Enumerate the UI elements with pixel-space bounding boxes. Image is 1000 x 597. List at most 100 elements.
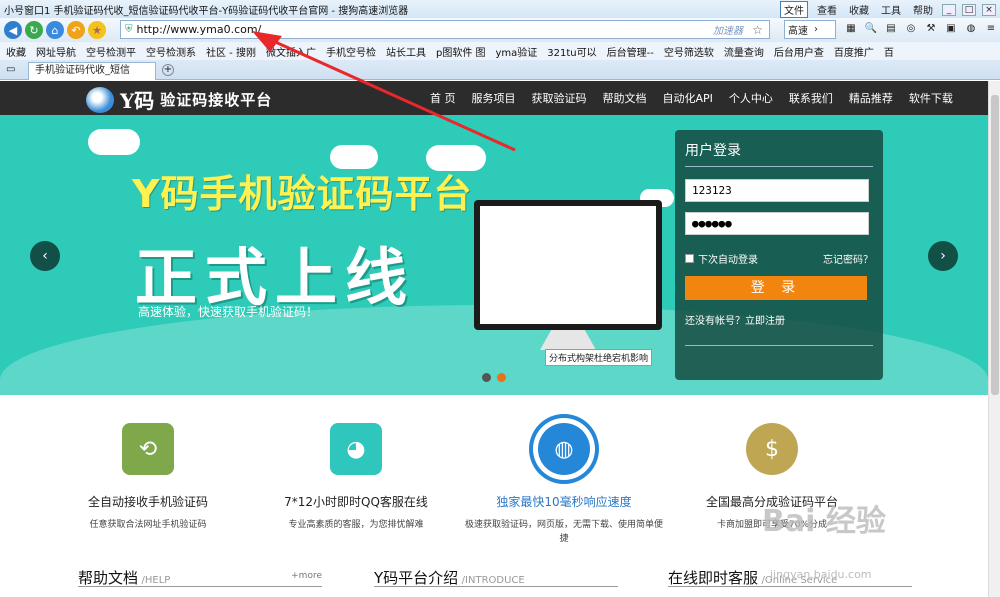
address-url: http://www.yma0.com/ bbox=[136, 23, 262, 36]
site-logo[interactable]: Y码 验证码接收平台 bbox=[86, 85, 272, 114]
bookmark-item[interactable]: 百 bbox=[884, 44, 894, 59]
feature-fast-response[interactable]: ◍ 独家最快10毫秒响应速度 极速获取验证码，网页版，无需下载、使用简单便捷 bbox=[464, 423, 664, 546]
feature-desc: 极速获取验证码，网页版，无需下载、使用简单便捷 bbox=[464, 520, 663, 544]
tab-active[interactable]: 手机验证码代收_短信 bbox=[28, 62, 156, 80]
bookmark-item[interactable]: 手机空号检 bbox=[326, 44, 376, 59]
carousel-prev-button[interactable]: ‹ bbox=[30, 241, 60, 271]
bookmark-item[interactable]: 321tu可以 bbox=[547, 44, 596, 59]
tooltip: 分布式构架杜绝宕机影响 bbox=[545, 349, 653, 366]
bookmark-item[interactable]: 网址导航 bbox=[36, 44, 76, 59]
minimize-button[interactable]: _ bbox=[942, 3, 956, 16]
carousel-dots bbox=[482, 373, 506, 382]
title-bar: 小号窗口1 手机验证码代收_短信验证码代收平台-Y码验证码代收平台官网 - 搜狗… bbox=[0, 0, 1000, 18]
window-title: 小号窗口1 手机验证码代收_短信验证码代收平台-Y码验证码代收平台官网 - 搜狗… bbox=[4, 5, 409, 17]
nav-help[interactable]: 帮助文档 bbox=[595, 90, 655, 106]
nav-services[interactable]: 服务项目 bbox=[464, 90, 524, 106]
menu-tools[interactable]: 工具 bbox=[878, 2, 904, 17]
nav-user-center[interactable]: 个人中心 bbox=[721, 90, 781, 106]
monitor-illustration bbox=[474, 200, 662, 330]
carousel-dot-active[interactable] bbox=[497, 373, 506, 382]
refresh-icon[interactable]: ↻ bbox=[25, 21, 43, 39]
register-link[interactable]: 还没有帐号？立即注册 bbox=[685, 312, 873, 327]
logo-y: Y码 bbox=[120, 89, 155, 113]
menu-file[interactable]: 文件 bbox=[780, 1, 808, 18]
bookmark-item[interactable]: 空号检测系 bbox=[146, 44, 196, 59]
grid-icon[interactable]: ▤ bbox=[884, 22, 898, 36]
page-scrollbar[interactable] bbox=[988, 81, 1000, 597]
forgot-password-link[interactable]: 忘记密码？ bbox=[823, 251, 873, 266]
feature-qq-service: ◕ 7*12小时即时QQ客服在线 专业高素质的客服，为您排忧解难 bbox=[256, 423, 456, 532]
nav-home[interactable]: 首 页 bbox=[422, 90, 464, 106]
carousel-dot[interactable] bbox=[482, 373, 491, 382]
watermark-url: jingyan.baidu.com bbox=[770, 568, 872, 581]
logo-text: 验证码接收平台 bbox=[160, 91, 273, 109]
sidebar-toggle-icon[interactable]: ▭ bbox=[6, 64, 15, 75]
menu-help[interactable]: 帮助 bbox=[910, 2, 936, 17]
carousel-next-button[interactable]: › bbox=[928, 241, 958, 271]
cloud-decoration bbox=[88, 129, 140, 155]
home-icon[interactable]: ⌂ bbox=[46, 21, 64, 39]
bookmark-item[interactable]: 收藏 bbox=[6, 44, 26, 59]
bookmark-item[interactable]: 站长工具 bbox=[386, 44, 426, 59]
bookmark-star-icon[interactable]: ☆ bbox=[752, 23, 763, 37]
phone-refresh-icon: ⟲ bbox=[122, 423, 174, 475]
username-input[interactable] bbox=[685, 179, 869, 202]
maximize-button[interactable]: □ bbox=[962, 3, 976, 16]
remember-checkbox[interactable]: 下次自动登录 bbox=[685, 251, 758, 266]
back-icon[interactable]: ◀ bbox=[4, 21, 22, 39]
menu-bar: 文件 查看 收藏 工具 帮助 _ □ × bbox=[780, 1, 996, 18]
bookmark-item[interactable]: 百度推广 bbox=[834, 44, 874, 59]
feature-title: 7*12小时即时QQ客服在线 bbox=[284, 495, 428, 509]
qq-penguin-icon: ◕ bbox=[330, 423, 382, 475]
login-button[interactable]: 登 录 bbox=[685, 276, 867, 300]
more-link[interactable]: +more bbox=[291, 571, 322, 581]
monitor-screen bbox=[480, 206, 656, 324]
toolbar-icons: ▦ 🔍 ▤ ◎ ⚒ ▣ ◍ ≡ bbox=[844, 22, 998, 36]
screenshot-icon[interactable]: ▦ bbox=[844, 22, 858, 36]
feature-desc: 任意获取合法网址手机验证码 bbox=[89, 520, 207, 530]
scrollbar-thumb[interactable] bbox=[991, 95, 999, 395]
address-bar[interactable]: ⛨ http://www.yma0.com/ 加速器 ☆ bbox=[120, 20, 770, 39]
feature-desc: 专业高素质的客服，为您排忧解难 bbox=[288, 520, 424, 530]
chevron-right-icon: › bbox=[814, 24, 818, 35]
undo-icon[interactable]: ↶ bbox=[67, 21, 85, 39]
nav-get-code[interactable]: 获取验证码 bbox=[524, 90, 595, 106]
remember-row: 下次自动登录 忘记密码？ bbox=[685, 251, 873, 266]
favorite-star-icon[interactable]: ★ bbox=[88, 21, 106, 39]
nav-recommend[interactable]: 精品推荐 bbox=[841, 90, 901, 106]
nav-api[interactable]: 自动化API bbox=[655, 90, 721, 106]
globe-small-icon[interactable]: ◍ bbox=[964, 22, 978, 36]
section-title: Y码平台介绍 bbox=[374, 569, 459, 587]
search-engine-label: 高速 bbox=[788, 26, 808, 37]
nav-toolbar: ◀ ↻ ⌂ ↶ ★ ⛨ http://www.yma0.com/ 加速器 ☆ 高… bbox=[0, 18, 1000, 42]
bookmark-item[interactable]: 流量查询 bbox=[724, 44, 764, 59]
bookmark-item[interactable]: 空号检测平 bbox=[86, 44, 136, 59]
bookmark-item[interactable]: 后台管理-- bbox=[607, 44, 654, 59]
new-tab-button[interactable]: + bbox=[162, 64, 174, 76]
close-button[interactable]: × bbox=[982, 3, 996, 16]
bookmark-item[interactable]: p图软件 图 bbox=[436, 44, 486, 59]
bookmark-item[interactable]: 空号筛选软 bbox=[664, 44, 714, 59]
globe-icon: ◍ bbox=[538, 423, 590, 475]
login-title: 用户登录 bbox=[685, 130, 873, 167]
nav-download[interactable]: 软件下载 bbox=[901, 90, 961, 106]
security-shield-icon: ⛨ bbox=[125, 24, 133, 35]
search-engine-select[interactable]: 高速 › bbox=[784, 20, 836, 39]
baidu-watermark: Bai 经验 bbox=[762, 504, 886, 539]
shield-icon[interactable]: ◎ bbox=[904, 22, 918, 36]
bookmark-item[interactable]: 社区 - 搜刚 bbox=[206, 44, 256, 59]
bookmark-item[interactable]: 微文插入广 bbox=[266, 44, 316, 59]
plugin-icon[interactable]: ▣ bbox=[944, 22, 958, 36]
accelerator-label[interactable]: 加速器 bbox=[713, 22, 743, 37]
bookmark-item[interactable]: 后台用户查 bbox=[774, 44, 824, 59]
bookmark-item[interactable]: yma验证 bbox=[496, 44, 538, 59]
main-nav: 首 页 服务项目 获取验证码 帮助文档 自动化API 个人中心 联系我们 精品推… bbox=[422, 81, 961, 115]
password-input[interactable] bbox=[685, 212, 869, 235]
menu-favorites[interactable]: 收藏 bbox=[846, 2, 872, 17]
bookmarks-bar: 收藏 网址导航 空号检测平 空号检测系 社区 - 搜刚 微文插入广 手机空号检 … bbox=[0, 42, 1000, 60]
menu-view[interactable]: 查看 bbox=[814, 2, 840, 17]
nav-contact[interactable]: 联系我们 bbox=[781, 90, 841, 106]
tool-icon[interactable]: ⚒ bbox=[924, 22, 938, 36]
menu-icon[interactable]: ≡ bbox=[984, 22, 998, 36]
search-icon[interactable]: 🔍 bbox=[864, 22, 878, 36]
